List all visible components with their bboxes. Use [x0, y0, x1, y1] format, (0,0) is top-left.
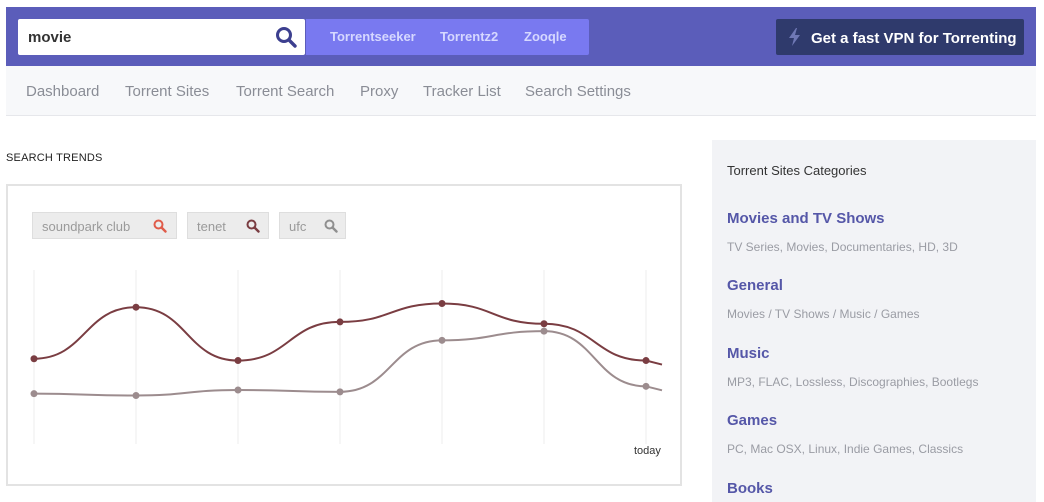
- category-books[interactable]: Books: [727, 480, 773, 497]
- category-games[interactable]: Games: [727, 412, 777, 429]
- data-point: [540, 320, 548, 328]
- search-icon: [324, 219, 338, 233]
- data-point: [540, 327, 548, 335]
- trend-tag-soundpark-club[interactable]: soundpark club: [32, 212, 177, 239]
- data-point: [642, 382, 650, 390]
- trend-tag-tenet[interactable]: tenet: [187, 212, 269, 239]
- nav-tracker-list[interactable]: Tracker List: [423, 83, 501, 100]
- vpn-button[interactable]: Get a fast VPN for Torrenting: [776, 19, 1024, 55]
- trend-tag-label: ufc: [289, 219, 307, 234]
- search-icon: [246, 219, 260, 233]
- data-point: [438, 300, 446, 308]
- data-point: [30, 390, 38, 398]
- today-label: today: [634, 445, 661, 457]
- category-desc: MP3, FLAC, Lossless, Discographies, Boot…: [727, 375, 979, 389]
- search-engine-tabs: Torrentseeker Torrentz2 Zooqle: [306, 19, 589, 55]
- data-point: [234, 357, 242, 365]
- bolt-icon: [788, 28, 802, 46]
- trend-tag-label: tenet: [197, 219, 226, 234]
- category-movies-tv[interactable]: Movies and TV Shows: [727, 210, 885, 227]
- nav-torrent-sites[interactable]: Torrent Sites: [125, 83, 209, 100]
- vpn-button-label: Get a fast VPN for Torrenting: [811, 30, 1017, 47]
- data-point: [336, 388, 344, 396]
- search-trends-title: SEARCH TRENDS: [6, 152, 103, 164]
- nav-search-settings[interactable]: Search Settings: [525, 83, 631, 100]
- data-point: [30, 355, 38, 363]
- top-header: Torrentseeker Torrentz2 Zooqle Get a fas…: [6, 7, 1036, 66]
- series-line-0: [33, 302, 663, 366]
- engine-torrentz2[interactable]: Torrentz2: [440, 29, 498, 44]
- category-music[interactable]: Music: [727, 345, 770, 362]
- series-line-1: [33, 330, 663, 397]
- nav-dashboard[interactable]: Dashboard: [26, 83, 99, 100]
- sidebar-title: Torrent Sites Categories: [727, 163, 867, 178]
- engine-zooqle[interactable]: Zooqle: [524, 29, 567, 44]
- search-input[interactable]: [18, 19, 305, 55]
- search-box: [18, 19, 305, 55]
- engine-torrentseeker[interactable]: Torrentseeker: [330, 29, 416, 44]
- trend-tag-label: soundpark club: [42, 219, 131, 234]
- data-point: [132, 392, 140, 400]
- trend-tag-ufc[interactable]: ufc: [279, 212, 346, 239]
- data-point: [234, 386, 242, 394]
- category-desc: TV Series, Movies, Documentaries, HD, 3D: [727, 240, 958, 254]
- data-point: [438, 336, 446, 344]
- category-desc: PC, Mac OSX, Linux, Indie Games, Classic…: [727, 442, 964, 456]
- data-point: [132, 303, 140, 311]
- main-nav: Dashboard Torrent Sites Torrent Search P…: [6, 66, 1036, 116]
- nav-proxy[interactable]: Proxy: [360, 83, 398, 100]
- data-point: [336, 318, 344, 326]
- search-icon: [153, 219, 167, 233]
- categories-sidebar: Torrent Sites Categories Movies and TV S…: [712, 140, 1036, 502]
- data-point: [642, 357, 650, 365]
- nav-torrent-search[interactable]: Torrent Search: [236, 83, 334, 100]
- search-icon[interactable]: [275, 26, 297, 48]
- category-general[interactable]: General: [727, 277, 783, 294]
- category-desc: Movies / TV Shows / Music / Games: [727, 307, 920, 321]
